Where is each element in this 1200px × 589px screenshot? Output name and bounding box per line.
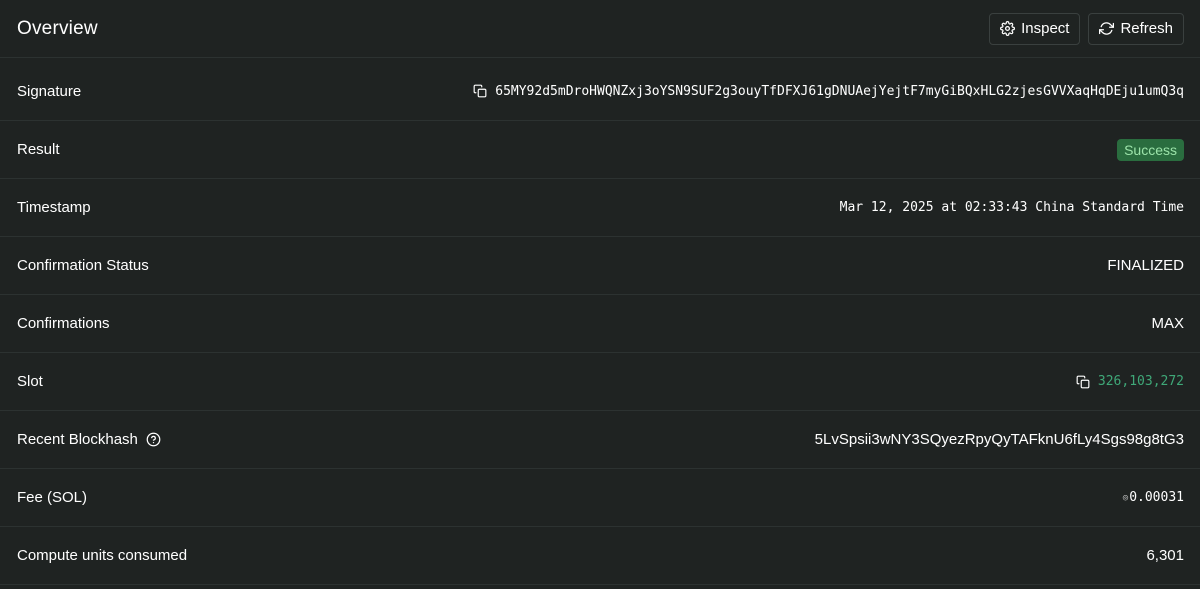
overview-header: Overview Inspect Refresh [0,0,1200,58]
inspect-button[interactable]: Inspect [989,12,1081,45]
result-label: Result [17,141,60,158]
refresh-icon [1099,21,1115,36]
confirmation-status-row: Confirmation Status FINALIZED [0,237,1200,295]
recent-blockhash-label: Recent Blockhash [17,431,138,448]
fee-row: Fee (SOL) ◎0.00031 [0,469,1200,527]
timestamp-row: Timestamp Mar 12, 2025 at 02:33:43 China… [0,179,1200,237]
compute-units-value: 6,301 [1146,547,1184,564]
compute-units-row: Compute units consumed 6,301 [0,527,1200,585]
inspect-button-label: Inspect [1021,20,1070,37]
recent-blockhash-label-group: Recent Blockhash [17,431,161,448]
fee-label: Fee (SOL) [17,489,88,506]
timestamp-value: Mar 12, 2025 at 02:33:43 China Standard … [839,200,1184,215]
header-actions: Inspect Refresh [989,12,1184,45]
fee-value-text: ◎0.00031 [1123,490,1184,505]
confirmations-value: MAX [1151,315,1184,332]
slot-row: Slot 326,103,272 [0,353,1200,411]
timestamp-label: Timestamp [17,199,91,216]
confirmations-row: Confirmations MAX [0,295,1200,353]
recent-blockhash-row: Recent Blockhash 5LvSpsii3wNY3SQyezRpyQy… [0,411,1200,469]
help-circle-icon[interactable] [146,432,161,447]
recent-blockhash-value: 5LvSpsii3wNY3SQyezRpyQyTAFknU6fLy4Sgs98g… [814,431,1184,448]
fee-value-group: ◎0.00031 [1123,490,1184,505]
refresh-button-label: Refresh [1120,20,1173,37]
fee-value: 0.00031 [1129,490,1184,505]
signature-label: Signature [17,82,82,100]
signature-row: Signature 65MY92d5mDroHWQNZxj3oYSN9SUF2g… [0,58,1200,121]
copy-icon[interactable] [473,84,487,98]
slot-label: Slot [17,373,43,390]
transaction-overview-card: Overview Inspect Refresh Signature 65MY9… [0,0,1200,589]
result-row: Result Success [0,121,1200,179]
slot-value-group: 326,103,272 [1076,374,1184,389]
confirmations-label: Confirmations [17,315,110,332]
status-badge: Success [1117,138,1184,161]
confirmation-status-label: Confirmation Status [17,257,149,274]
signature-value: 65MY92d5mDroHWQNZxj3oYSN9SUF2g3ouyTfDFXJ… [495,83,1184,99]
result-value-group: Success [1117,138,1184,161]
signature-value-group: 65MY92d5mDroHWQNZxj3oYSN9SUF2g3ouyTfDFXJ… [473,84,1184,99]
compute-units-label: Compute units consumed [17,547,188,564]
confirmation-status-value: FINALIZED [1107,257,1184,274]
overview-rows: Signature 65MY92d5mDroHWQNZxj3oYSN9SUF2g… [0,58,1200,585]
slot-link[interactable]: 326,103,272 [1098,374,1184,389]
copy-icon[interactable] [1076,375,1090,389]
refresh-button[interactable]: Refresh [1088,12,1184,45]
sol-currency-icon: ◎ [1122,493,1129,503]
gear-icon [1000,21,1016,36]
page-title: Overview [17,17,98,39]
